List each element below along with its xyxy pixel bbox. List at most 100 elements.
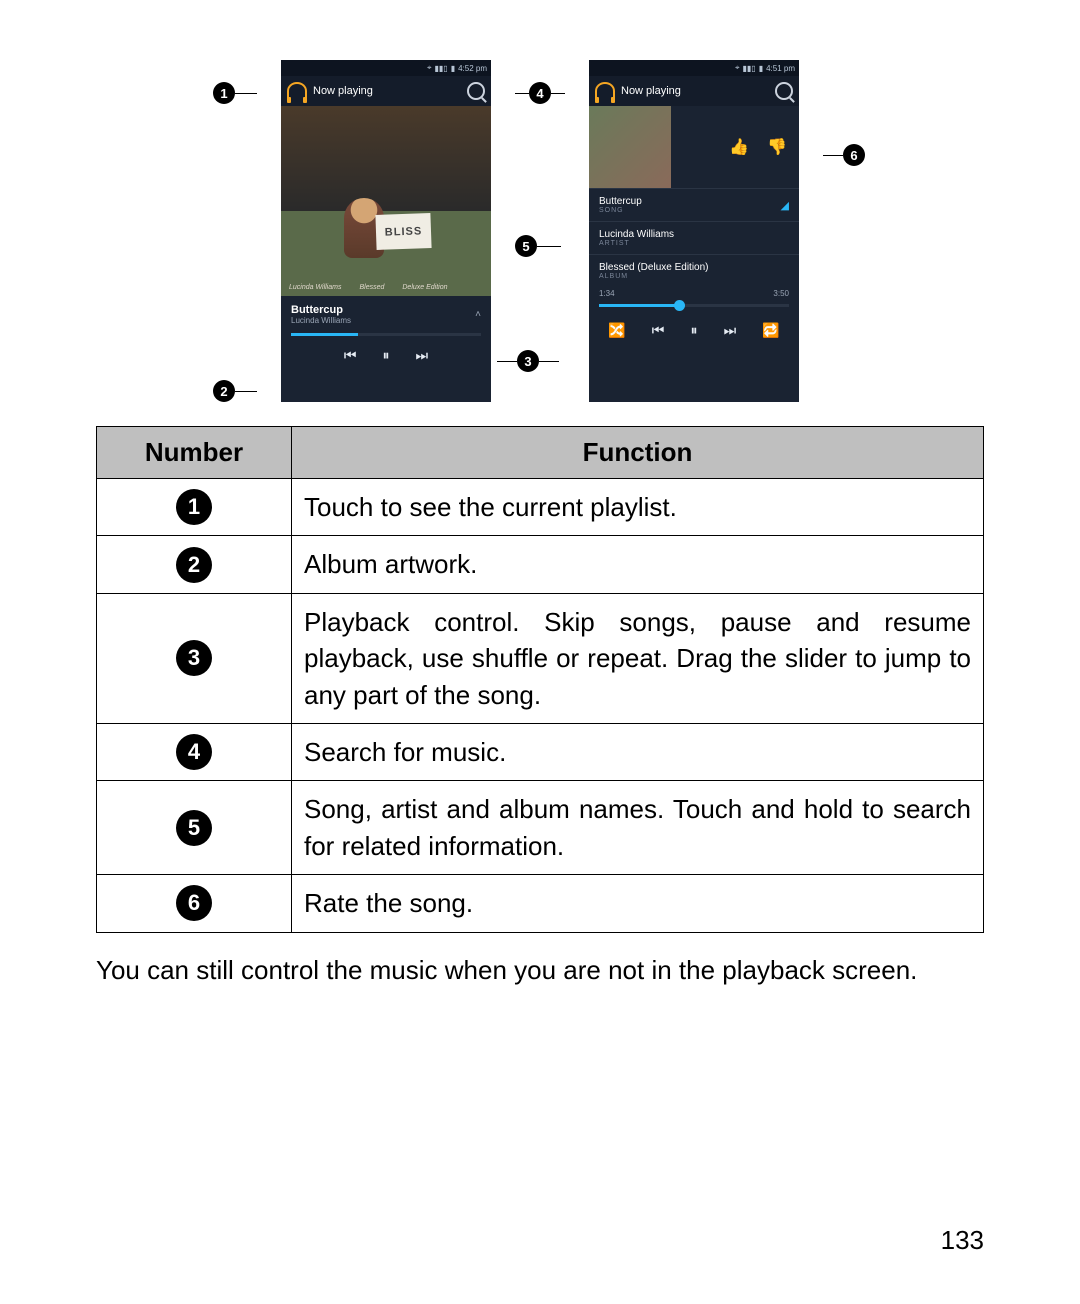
function-cell: Rate the song. [292, 875, 984, 932]
album-artwork: BLISS Lucinda Williams Blessed Deluxe Ed… [281, 106, 491, 296]
status-bar: ⌖ ▮▮▯ ▮ 4:51 pm [589, 60, 799, 76]
info-song-label: SONG [599, 207, 789, 214]
table-row: 5 Song, artist and album names. Touch and… [97, 781, 984, 875]
header-number: Number [97, 427, 292, 479]
figure-screenshots: 1 2 ⌖ ▮▮▯ ▮ 4:52 pm Now playing [96, 60, 984, 402]
info-album-label: ALBUM [599, 273, 789, 280]
table-row: 4 Search for music. [97, 723, 984, 780]
callout-leader [497, 361, 517, 362]
function-cell: Search for music. [292, 723, 984, 780]
callout-badge-1: 1 [213, 82, 235, 104]
phone-screenshot-right: ⌖ ▮▮▯ ▮ 4:51 pm Now playing 👍 👎 Buttercu… [589, 60, 799, 402]
info-row-song: Buttercup SONG ◢ [589, 188, 799, 221]
function-table: Number Function 1 Touch to see the curren… [96, 426, 984, 933]
info-row-album: Blessed (Deluxe Edition) ALBUM [589, 254, 799, 287]
status-time: 4:52 pm [458, 64, 487, 73]
next-icon: ⏭ [724, 322, 737, 339]
gps-icon: ⌖ [427, 63, 432, 73]
callout-column-right: 6 [823, 60, 867, 380]
progress-bar [291, 333, 481, 336]
search-icon [775, 82, 793, 100]
time-elapsed: 1:34 [599, 289, 615, 298]
callout-badge-2: 2 [213, 380, 235, 402]
battery-icon: ▮ [759, 64, 763, 73]
track-info-row: Buttercup Lucinda Williams ˄ [281, 296, 491, 333]
number-cell: 5 [97, 781, 292, 875]
number-cell: 3 [97, 593, 292, 723]
number-cell: 1 [97, 479, 292, 536]
callout-leader [537, 246, 561, 247]
callout-leader [539, 361, 559, 362]
gps-icon: ⌖ [735, 63, 740, 73]
number-badge: 6 [176, 885, 212, 921]
status-bar: ⌖ ▮▮▯ ▮ 4:52 pm [281, 60, 491, 76]
function-cell: Touch to see the current playlist. [292, 479, 984, 536]
play-indicator-icon: ◢ [781, 199, 789, 212]
headphones-icon [287, 82, 307, 100]
thumbs-up-icon: 👍 [729, 137, 749, 157]
info-artist-label: ARTIST [599, 240, 789, 247]
callout-leader [551, 93, 565, 94]
callout-2-row: 2 [213, 380, 257, 402]
chevron-up-icon: ˄ [475, 309, 481, 320]
footer-paragraph: You can still control the music when you… [96, 951, 984, 990]
artwork-thumbnail [589, 106, 671, 188]
table-row: 1 Touch to see the current playlist. [97, 479, 984, 536]
artwork-sign-text: BLISS [375, 213, 431, 250]
shuffle-icon: 🔀 [608, 322, 625, 339]
info-row-artist: Lucinda Williams ARTIST [589, 221, 799, 254]
callout-1-row: 1 [213, 82, 257, 104]
artwork-caption-edition: Deluxe Edition [402, 284, 447, 291]
pause-icon: ⏸ [690, 322, 697, 339]
number-badge: 3 [176, 640, 212, 676]
number-badge: 5 [176, 810, 212, 846]
number-badge: 4 [176, 734, 212, 770]
thumbs-down-icon: 👎 [767, 137, 787, 157]
signal-icon: ▮▮▯ [742, 64, 755, 73]
number-cell: 2 [97, 536, 292, 593]
number-badge: 2 [176, 547, 212, 583]
phone-screenshot-left: ⌖ ▮▮▯ ▮ 4:52 pm Now playing BLISS Lucind… [281, 60, 491, 402]
slider-knob [674, 300, 685, 311]
number-badge: 1 [176, 489, 212, 525]
previous-icon: ⏮ [344, 347, 357, 364]
app-bar: Now playing [589, 76, 799, 106]
callout-column-middle: 4 5 3 [515, 60, 565, 380]
table-row: 2 Album artwork. [97, 536, 984, 593]
info-song-name: Buttercup [599, 196, 789, 207]
status-time: 4:51 pm [766, 64, 795, 73]
number-cell: 6 [97, 875, 292, 932]
callout-leader [515, 93, 529, 94]
callout-badge-4: 4 [529, 82, 551, 104]
next-icon: ⏭ [416, 347, 429, 364]
time-row: 1:34 3:50 [589, 287, 799, 300]
function-cell: Album artwork. [292, 536, 984, 593]
search-icon [467, 82, 485, 100]
table-row: 6 Rate the song. [97, 875, 984, 932]
repeat-icon: 🔁 [762, 322, 779, 339]
track-name: Buttercup [291, 304, 351, 316]
artwork-caption-artist: Lucinda Williams [289, 284, 341, 291]
battery-icon: ▮ [451, 64, 455, 73]
time-total: 3:50 [773, 289, 789, 298]
page-number: 133 [941, 1225, 984, 1256]
appbar-title: Now playing [313, 85, 461, 97]
callout-badge-6: 6 [843, 144, 865, 166]
headphones-icon [595, 82, 615, 100]
header-function: Function [292, 427, 984, 479]
appbar-title: Now playing [621, 85, 769, 97]
track-artist: Lucinda Williams [291, 316, 351, 325]
manual-page: 1 2 ⌖ ▮▮▯ ▮ 4:52 pm Now playing [0, 0, 1080, 1304]
callout-leader [235, 391, 257, 392]
artwork-caption-album: Blessed [359, 284, 384, 291]
callout-column-left: 1 2 [213, 60, 257, 402]
previous-icon: ⏮ [652, 322, 665, 339]
number-cell: 4 [97, 723, 292, 780]
function-cell: Song, artist and album names. Touch and … [292, 781, 984, 875]
callout-badge-3: 3 [517, 350, 539, 372]
function-cell: Playback control. Skip songs, pause and … [292, 593, 984, 723]
signal-icon: ▮▮▯ [434, 64, 447, 73]
table-row: 3 Playback control. Skip songs, pause and… [97, 593, 984, 723]
progress-slider [599, 304, 789, 307]
callout-badge-5: 5 [515, 235, 537, 257]
